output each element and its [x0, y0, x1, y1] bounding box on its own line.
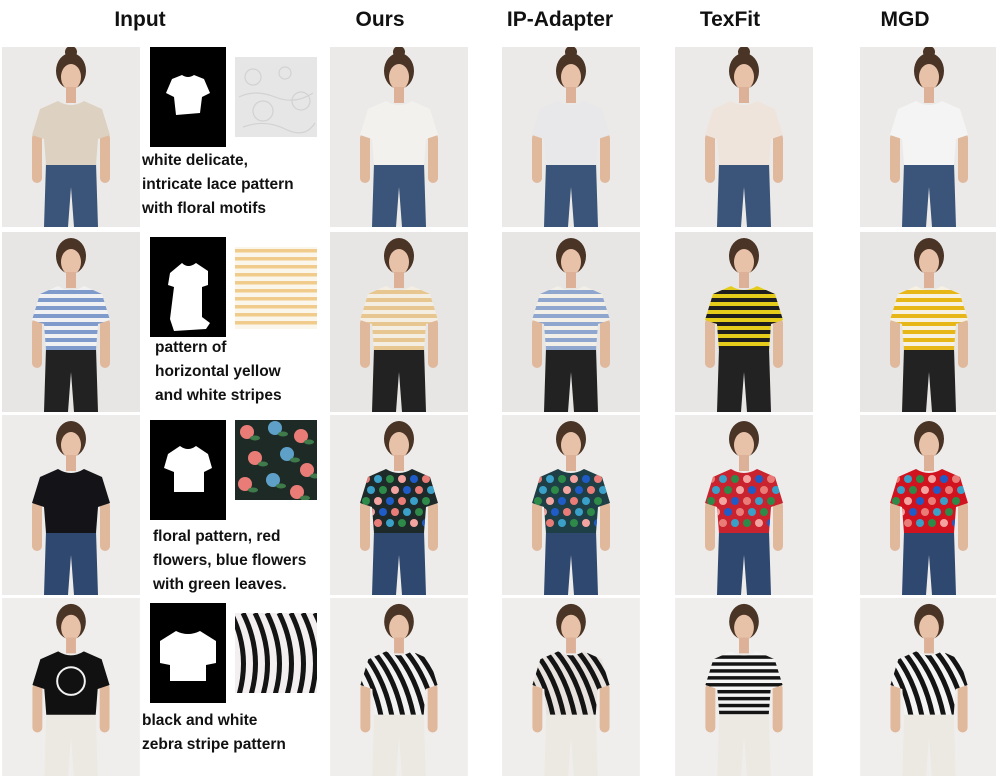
- person-figure: [2, 47, 140, 227]
- person-figure: [330, 598, 468, 776]
- column-header-mgd: MGD: [880, 8, 930, 31]
- prompt-line: black and white: [142, 712, 258, 729]
- result-ip-adapter: [502, 47, 640, 227]
- text-prompt: floral pattern, red flowers, blue flower…: [153, 525, 343, 597]
- text-prompt: black and white zebra stripe pattern: [142, 709, 332, 757]
- person-figure: [502, 415, 640, 595]
- zebra-swatch: [235, 613, 317, 693]
- result-texfit: [675, 415, 813, 595]
- garment-mask: [150, 237, 226, 337]
- prompt-line: floral pattern, red: [153, 528, 281, 545]
- garment-mask: [150, 603, 226, 703]
- prompt-line: and white stripes: [155, 387, 282, 404]
- result-ip-adapter: [502, 232, 640, 412]
- person-figure: [860, 415, 996, 595]
- result-ours: [330, 415, 468, 595]
- person-figure: [502, 47, 640, 227]
- input-photo: [2, 598, 140, 776]
- result-mgd: [860, 415, 996, 595]
- result-texfit: [675, 232, 813, 412]
- result-mgd: [860, 47, 996, 227]
- input-photo: [2, 232, 140, 412]
- input-photo: [2, 47, 140, 227]
- person-figure: [860, 598, 996, 776]
- result-ours: [330, 598, 468, 776]
- prompt-line: intricate lace pattern: [142, 176, 294, 193]
- prompt-line: white delicate,: [142, 152, 248, 169]
- prompt-line: pattern of: [155, 339, 227, 356]
- stripe-swatch: [235, 247, 317, 329]
- result-ip-adapter: [502, 415, 640, 595]
- person-figure: [502, 232, 640, 412]
- person-figure: [675, 415, 813, 595]
- text-prompt: white delicate, intricate lace pattern w…: [142, 149, 332, 221]
- prompt-line: horizontal yellow: [155, 363, 281, 380]
- text-prompt: pattern of horizontal yellow and white s…: [155, 336, 345, 408]
- person-figure: [330, 232, 468, 412]
- person-figure: [860, 232, 996, 412]
- person-figure: [2, 232, 140, 412]
- texture-swatch: [235, 247, 317, 329]
- column-header-input: Input: [114, 8, 166, 31]
- result-ip-adapter: [502, 598, 640, 776]
- result-texfit: [675, 47, 813, 227]
- prompt-line: with floral motifs: [142, 200, 266, 217]
- result-ours: [330, 47, 468, 227]
- person-figure: [675, 598, 813, 776]
- garment-mask: [150, 47, 226, 147]
- prompt-line: zebra stripe pattern: [142, 736, 286, 753]
- prompt-line: flowers, blue flowers: [153, 552, 307, 569]
- result-mgd: [860, 598, 996, 776]
- column-header-ip-adapter: IP-Adapter: [506, 8, 614, 31]
- texture-swatch: [235, 57, 317, 137]
- floral-swatch: [235, 420, 317, 500]
- person-figure: [330, 47, 468, 227]
- prompt-line: with green leaves.: [153, 576, 287, 593]
- person-figure: [2, 598, 140, 776]
- person-figure: [675, 232, 813, 412]
- texture-swatch: [235, 420, 317, 500]
- person-figure: [330, 415, 468, 595]
- column-header-ours: Ours: [355, 8, 405, 31]
- result-ours: [330, 232, 468, 412]
- person-figure: [2, 415, 140, 595]
- column-header-texfit: TexFit: [699, 8, 761, 31]
- texture-swatch: [235, 613, 317, 693]
- input-photo: [2, 415, 140, 595]
- result-texfit: [675, 598, 813, 776]
- garment-mask: [150, 420, 226, 520]
- person-figure: [675, 47, 813, 227]
- person-figure: [502, 598, 640, 776]
- result-mgd: [860, 232, 996, 412]
- person-figure: [860, 47, 996, 227]
